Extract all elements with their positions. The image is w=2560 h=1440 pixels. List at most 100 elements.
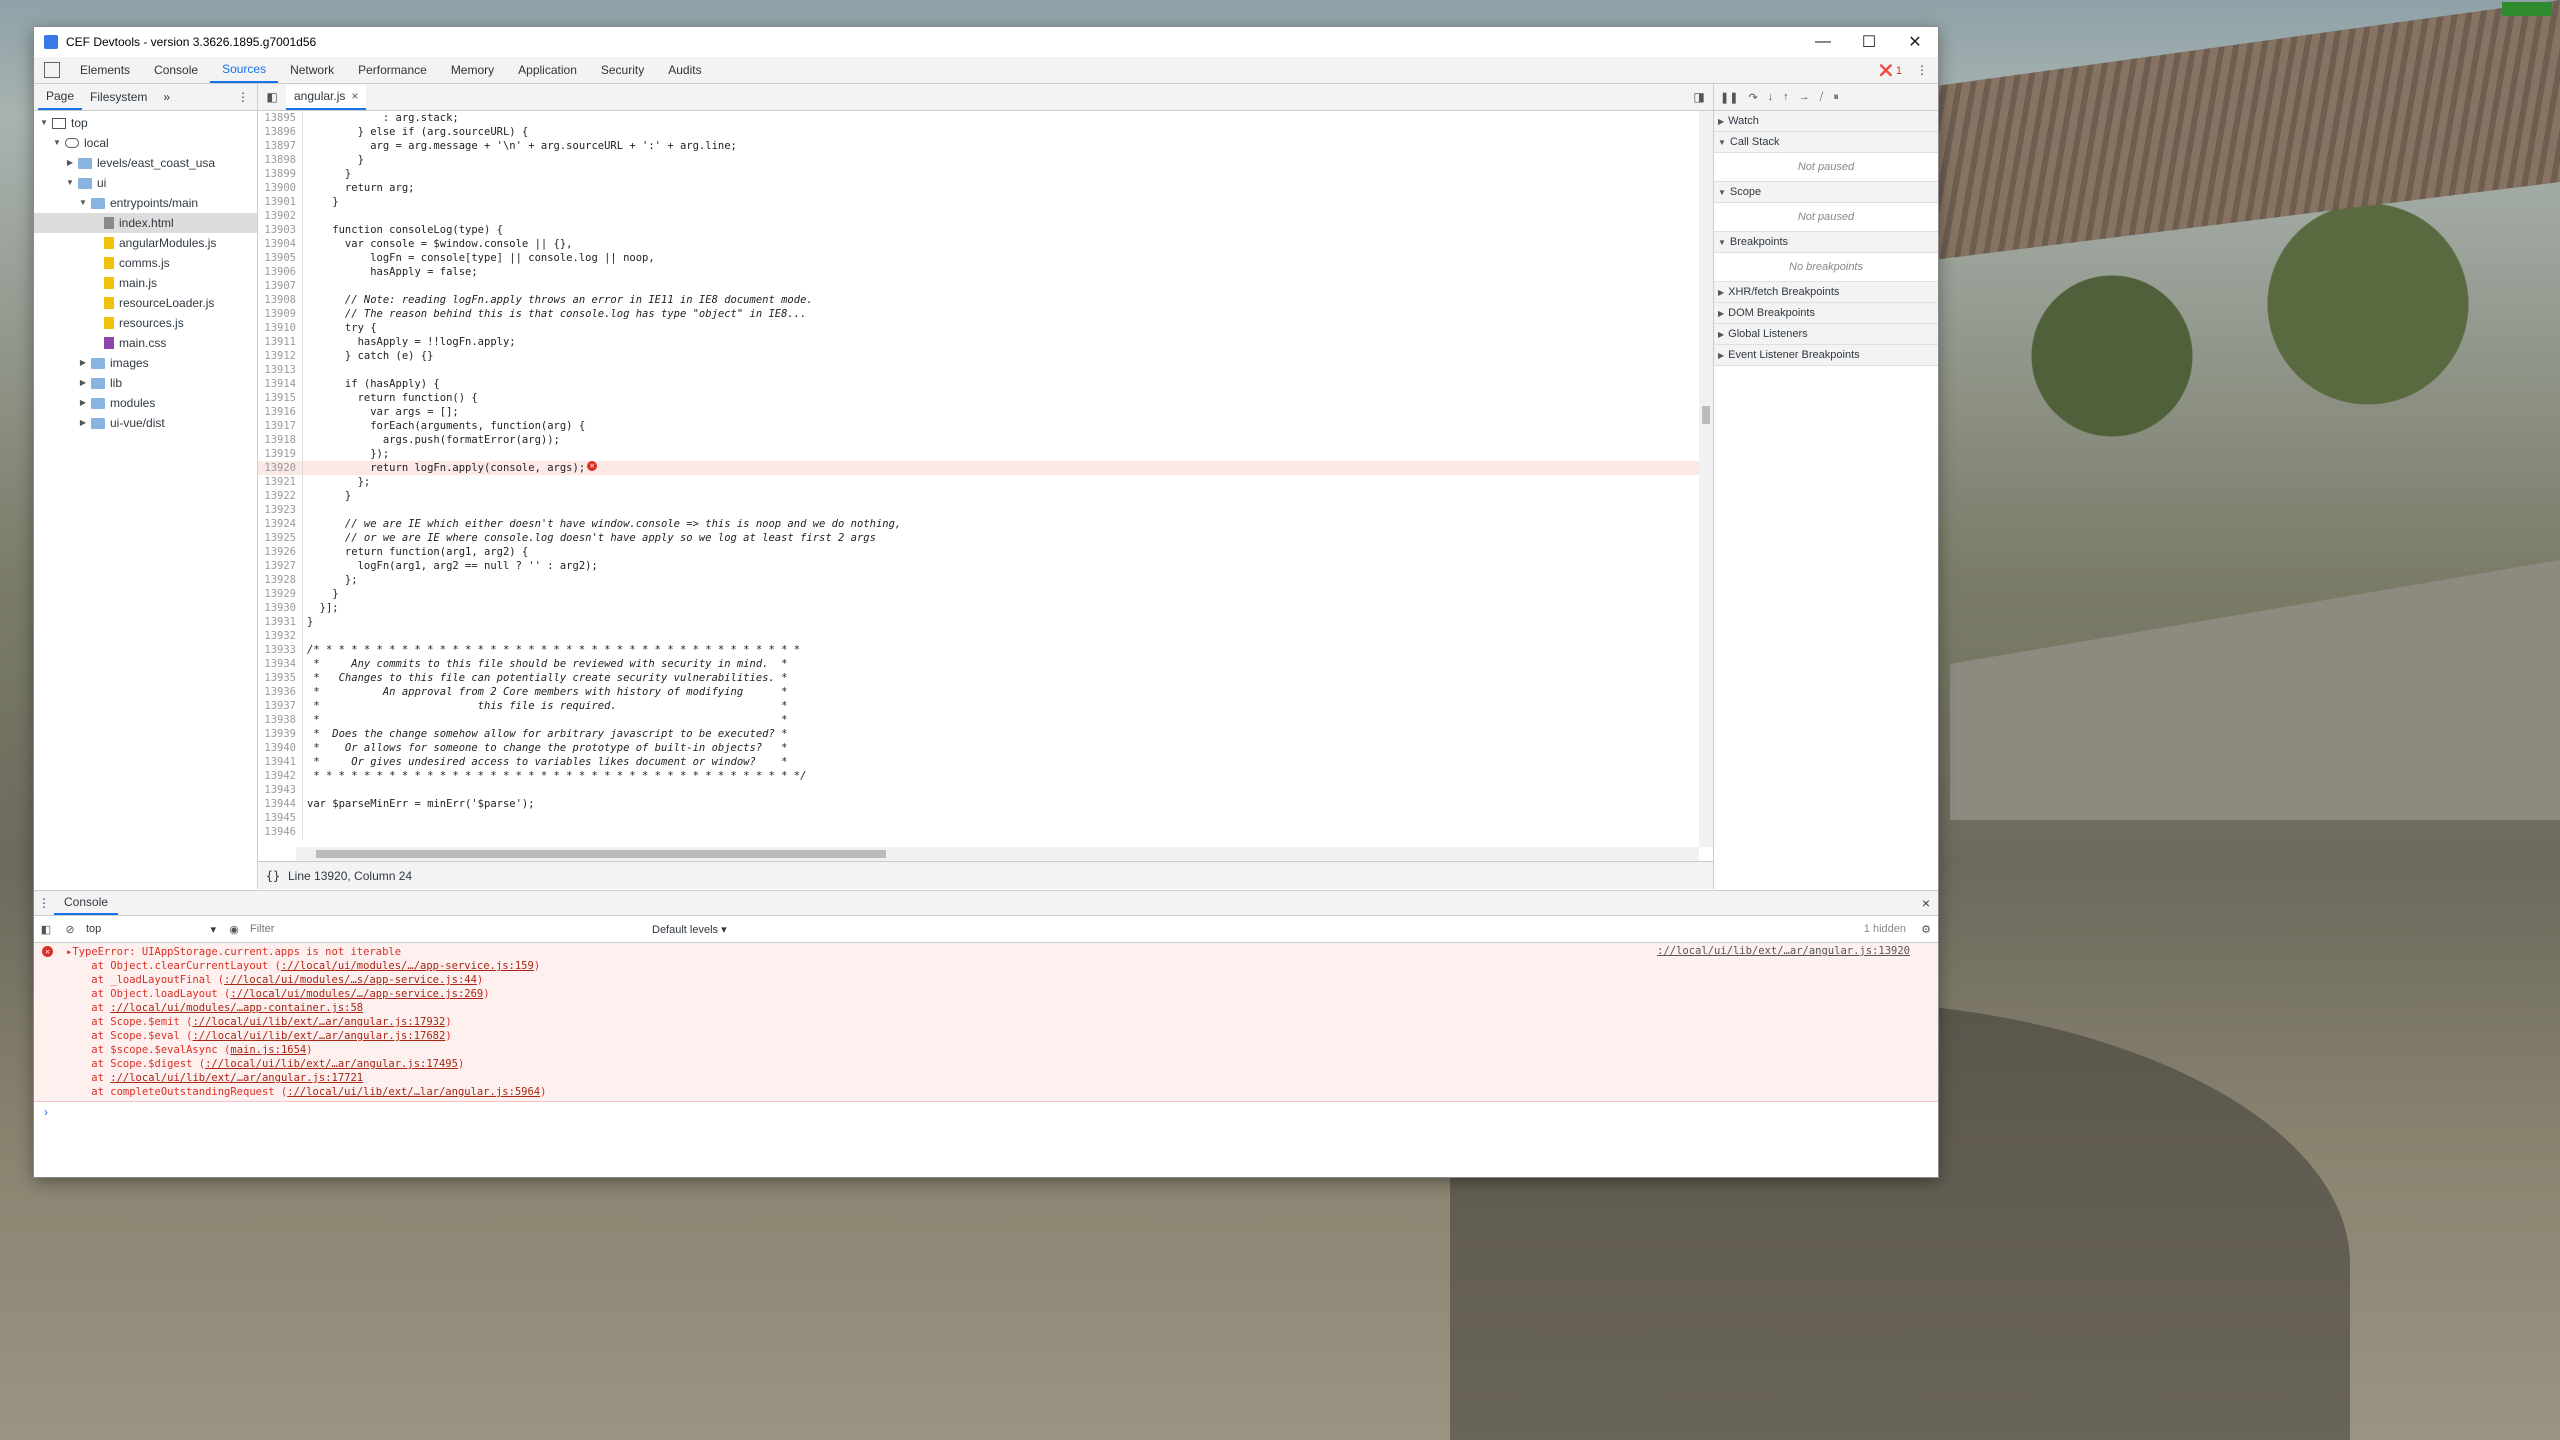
code-line[interactable]: 13937 * this file is required. * [258,699,1699,713]
tree-item[interactable]: index.html [34,213,257,233]
code-line[interactable]: 13913 [258,363,1699,377]
vertical-scrollbar[interactable] [1699,111,1713,847]
close-tab-icon[interactable]: × [351,89,358,103]
pretty-print-icon[interactable]: {} [258,869,288,883]
code-line[interactable]: 13899 } [258,167,1699,181]
line-number[interactable]: 13944 [258,797,303,811]
triangle-right-icon[interactable]: ▶ [77,373,89,393]
step-over-icon[interactable]: ↷ [1748,91,1757,104]
step-into-icon[interactable]: ↓ [1768,91,1774,103]
file-tab[interactable]: angular.js × [286,84,367,110]
error-source-link[interactable]: ://local/ui/lib/ext/…ar/angular.js:13920 [1657,945,1910,957]
code-line[interactable]: 13914 if (hasApply) { [258,377,1699,391]
line-number[interactable]: 13934 [258,657,303,671]
line-number[interactable]: 13898 [258,153,303,167]
tree-item[interactable]: ▼ ui [34,173,257,193]
stack-frame-link[interactable]: ://local/ui/modules/…/app-service.js:269 [230,988,483,1000]
tree-item[interactable]: ▶ lib [34,373,257,393]
stack-frame-link[interactable]: ://local/ui/modules/…app-container.js:58 [110,1002,363,1014]
line-number[interactable]: 13925 [258,531,303,545]
code-line[interactable]: 13946 [258,825,1699,839]
line-number[interactable]: 13939 [258,727,303,741]
tree-item[interactable]: main.css [34,333,257,353]
line-number[interactable]: 13932 [258,629,303,643]
line-number[interactable]: 13919 [258,447,303,461]
tree-item[interactable]: ▼ top [34,113,257,133]
pane-header[interactable]: ▶ Event Listener Breakpoints [1714,345,1938,366]
code-line[interactable]: 13929 } [258,587,1699,601]
line-number[interactable]: 13923 [258,503,303,517]
line-number[interactable]: 13936 [258,685,303,699]
code-line[interactable]: 13920 return logFn.apply(console, args);… [258,461,1699,475]
tree-item[interactable]: main.js [34,273,257,293]
line-number[interactable]: 13922 [258,489,303,503]
line-number[interactable]: 13918 [258,433,303,447]
line-number[interactable]: 13903 [258,223,303,237]
code-line[interactable]: 13932 [258,629,1699,643]
tree-item[interactable]: ▶ images [34,353,257,373]
log-levels-dropdown[interactable]: Default levels ▾ [652,923,727,936]
code-line[interactable]: 13902 [258,209,1699,223]
code-line[interactable]: 13918 args.push(formatError(arg)); [258,433,1699,447]
line-number[interactable]: 13900 [258,181,303,195]
drawer-menu-icon[interactable]: ⋮ [34,896,54,910]
tree-item[interactable]: ▶ ui-vue/dist [34,413,257,433]
pane-header[interactable]: ▼ Breakpoints [1714,232,1938,253]
code-line[interactable]: 13942 * * * * * * * * * * * * * * * * * … [258,769,1699,783]
code-line[interactable]: 13941 * Or gives undesired access to var… [258,755,1699,769]
line-number[interactable]: 13920 [258,461,303,475]
console-settings-icon[interactable]: ⚙ [1914,923,1938,936]
close-button[interactable]: ✕ [1892,32,1938,52]
stack-frame-link[interactable]: ://local/ui/lib/ext/…lar/angular.js:5964 [287,1086,540,1098]
code-line[interactable]: 13904 var console = $window.console || {… [258,237,1699,251]
line-number[interactable]: 13915 [258,391,303,405]
stack-frame-link[interactable]: ://local/ui/lib/ext/…ar/angular.js:17495 [205,1058,458,1070]
code-line[interactable]: 13926 return function(arg1, arg2) { [258,545,1699,559]
line-number[interactable]: 13916 [258,405,303,419]
line-number[interactable]: 13899 [258,167,303,181]
tab-security[interactable]: Security [589,58,656,83]
line-number[interactable]: 13940 [258,741,303,755]
tree-item[interactable]: ▼ local [34,133,257,153]
horizontal-scroll-thumb[interactable] [316,850,886,858]
vertical-scroll-thumb[interactable] [1702,406,1710,424]
code-line[interactable]: 13944 var $parseMinErr = minErr('$parse')… [258,797,1699,811]
triangle-down-icon[interactable]: ▼ [38,113,50,133]
pause-icon[interactable]: ❚❚ [1720,91,1738,104]
code-line[interactable]: 13930 }]; [258,601,1699,615]
line-number[interactable]: 13902 [258,209,303,223]
line-number[interactable]: 13914 [258,377,303,391]
tree-item[interactable]: ▼ entrypoints/main [34,193,257,213]
code-line[interactable]: 13898 } [258,153,1699,167]
line-number[interactable]: 13895 [258,111,303,125]
more-tabs-icon[interactable]: » [155,85,178,110]
line-number[interactable]: 13927 [258,559,303,573]
stack-frame-link[interactable]: ://local/ui/lib/ext/…ar/angular.js:17721 [110,1072,363,1084]
minimize-button[interactable]: — [1800,33,1846,51]
code-line[interactable]: 13915 return function() { [258,391,1699,405]
tab-network[interactable]: Network [278,58,346,83]
code-line[interactable]: 13907 [258,279,1699,293]
code-line[interactable]: 13922 } [258,489,1699,503]
live-expression-icon[interactable]: ◉ [222,923,246,936]
tree-item[interactable]: comms.js [34,253,257,273]
line-number[interactable]: 13924 [258,517,303,531]
error-counter[interactable]: ❌ 1 [1879,64,1902,77]
pane-header[interactable]: ▶ XHR/fetch Breakpoints [1714,282,1938,303]
triangle-right-icon[interactable]: ▶ [77,393,89,413]
triangle-down-icon[interactable]: ▼ [64,173,76,193]
line-number[interactable]: 13935 [258,671,303,685]
line-number[interactable]: 13904 [258,237,303,251]
code-line[interactable]: 13931} [258,615,1699,629]
line-number[interactable]: 13929 [258,587,303,601]
line-number[interactable]: 13897 [258,139,303,153]
line-number[interactable]: 13946 [258,825,303,839]
code-line[interactable]: 13900 return arg; [258,181,1699,195]
code-line[interactable]: 13908 // Note: reading logFn.apply throw… [258,293,1699,307]
filter-input[interactable] [246,919,642,939]
pane-header[interactable]: ▼ Scope [1714,182,1938,203]
tree-item[interactable]: resourceLoader.js [34,293,257,313]
line-number[interactable]: 13928 [258,573,303,587]
code-line[interactable]: 13909 // The reason behind this is that … [258,307,1699,321]
tree-item[interactable]: ▶ modules [34,393,257,413]
